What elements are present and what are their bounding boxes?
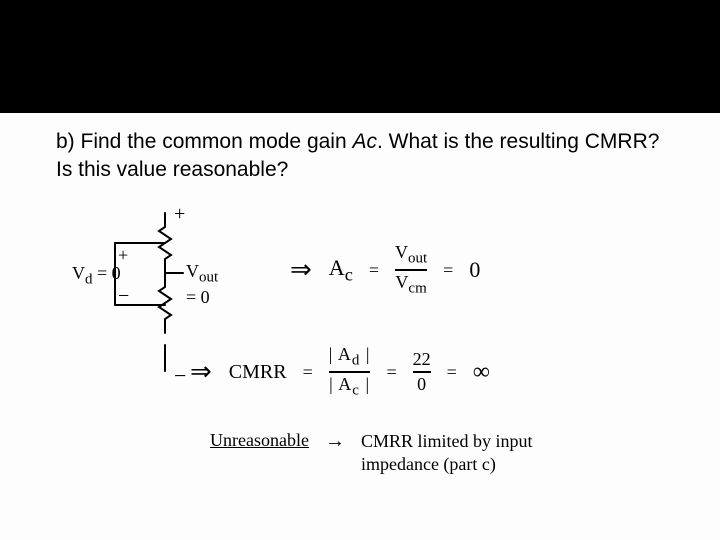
note-rhs: CMRR limited by input impedance (part c): [361, 430, 533, 475]
fraction-vout-vcm: Vout Vcm: [395, 243, 427, 298]
question-prefix: b) Find the common mode gain: [56, 130, 352, 153]
eq: =: [303, 362, 313, 383]
ac-result: 0: [469, 257, 480, 283]
cmrr-result: ∞: [473, 359, 490, 386]
frac-num: Vout: [395, 243, 427, 267]
frac-den: | Ac |: [329, 375, 370, 399]
question-variable: Ac: [352, 130, 377, 153]
eq3: =: [447, 362, 457, 383]
handwritten-area: + − + − Vd = 0 Vout = 0 ⇒ Ac = Vout Vcm: [60, 195, 690, 510]
fraction-22-0: 22 0: [413, 350, 431, 394]
equation-cmrr: ⇒ CMRR = | Ad | | Ac | = 22 0 = ∞: [190, 345, 490, 400]
minus-bottom: −: [174, 363, 186, 389]
slide: b) Find the common mode gain Ac. What is…: [0, 0, 720, 540]
vout-label: Vout = 0: [186, 261, 220, 308]
frac-den: Vcm: [395, 273, 426, 297]
eq: =: [369, 260, 379, 281]
reasonable-note: Unreasonable → CMRR limited by input imp…: [210, 430, 533, 475]
fraction-ad-ac: | Ad | | Ac |: [329, 345, 371, 400]
val-den: 0: [417, 375, 426, 394]
equation-ac: ⇒ Ac = Vout Vcm = 0: [290, 243, 480, 298]
cmrr-label: CMRR: [229, 361, 287, 384]
implies-icon-2: ⇒: [190, 357, 213, 387]
arrow-icon: →: [325, 430, 345, 453]
title-bar: [0, 0, 720, 113]
eq2: =: [386, 362, 396, 383]
plus-top: +: [174, 203, 185, 226]
implies-icon: ⇒: [290, 255, 313, 285]
vd-label: Vd = 0: [72, 263, 121, 289]
ac-symbol: Ac: [329, 255, 353, 285]
frac-num: | Ad |: [329, 345, 371, 369]
eq2: =: [443, 260, 453, 281]
question-text: b) Find the common mode gain Ac. What is…: [56, 128, 660, 185]
val-num: 22: [413, 350, 431, 369]
note-lead: Unreasonable: [210, 430, 309, 451]
